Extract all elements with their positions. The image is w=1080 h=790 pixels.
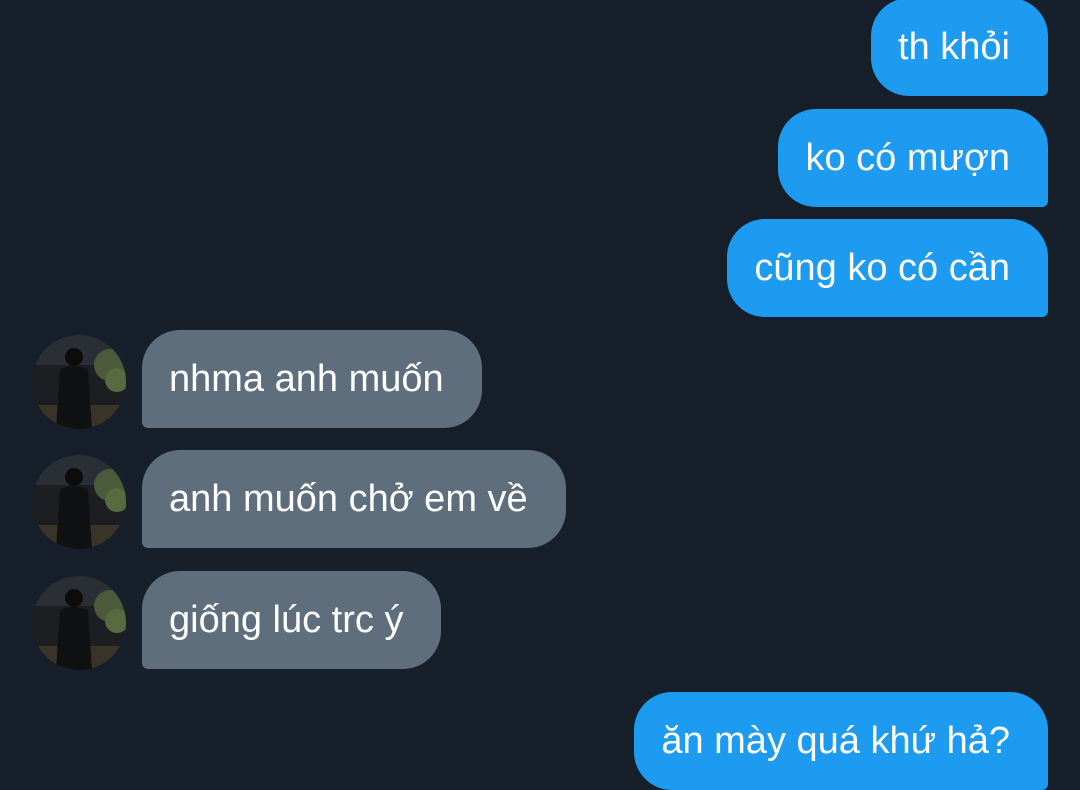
message-text: cũng ko có cần xyxy=(754,246,1010,289)
chat-thread: th khỏi ko có mượn cũng ko có cần nhma a… xyxy=(0,0,1080,790)
contact-photo-avatar-icon xyxy=(32,576,126,670)
message-text: nhma anh muốn xyxy=(169,357,444,400)
contact-avatar[interactable] xyxy=(32,335,126,429)
received-message-bubble[interactable]: anh muốn chở em về xyxy=(142,450,566,548)
contact-avatar[interactable] xyxy=(32,455,126,549)
sent-message-bubble[interactable]: cũng ko có cần xyxy=(727,219,1048,317)
contact-photo-avatar-icon xyxy=(32,335,126,429)
message-text: giống lúc trc ý xyxy=(169,598,404,641)
received-message-bubble[interactable]: nhma anh muốn xyxy=(142,330,482,428)
sent-message-bubble[interactable]: ko có mượn xyxy=(778,109,1048,207)
contact-avatar[interactable] xyxy=(32,576,126,670)
received-message-bubble[interactable]: giống lúc trc ý xyxy=(142,571,442,669)
sent-message-bubble[interactable]: th khỏi xyxy=(871,0,1048,96)
message-text: ko có mượn xyxy=(805,136,1010,179)
contact-photo-avatar-icon xyxy=(32,455,126,549)
message-text: anh muốn chở em về xyxy=(169,477,528,520)
message-text: th khỏi xyxy=(898,25,1010,68)
sent-message-bubble[interactable]: ăn mày quá khứ hả? xyxy=(634,692,1048,790)
message-text: ăn mày quá khứ hả? xyxy=(661,719,1010,762)
